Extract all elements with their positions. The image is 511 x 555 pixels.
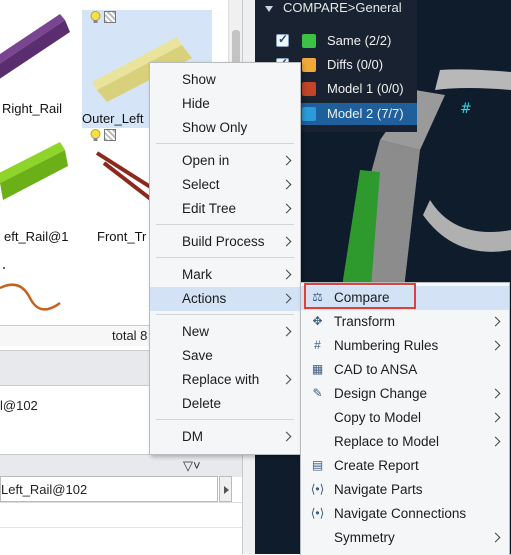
legend-label: Model 2 (7/7): [327, 106, 404, 121]
context-menu: Show Hide Show Only Open in Select Edit …: [149, 62, 301, 455]
legend-label: Same (2/2): [327, 33, 392, 48]
chevron-right-icon: [281, 293, 292, 304]
field-expand-button[interactable]: [219, 476, 232, 502]
chevron-right-icon: [490, 340, 501, 351]
menu-separator: [156, 143, 294, 144]
legend-color-swatch: [302, 34, 316, 48]
menu-item-open-in[interactable]: Open in: [150, 149, 300, 173]
navigate-icon: ⟨•⟩: [310, 506, 325, 520]
menu-item-hide[interactable]: Hide: [150, 92, 300, 116]
thumbnail-item[interactable]: Right_Rail: [0, 0, 82, 118]
chevron-right-icon: [281, 155, 292, 166]
thumbnail-caption: Right_Rail: [2, 101, 62, 116]
legend-label: Diffs (0/0): [327, 57, 384, 72]
chevron-right-icon: [281, 431, 292, 442]
submenu-item-symmetry[interactable]: Symmetry: [301, 526, 509, 550]
thumbnail-caption: eft_Rail@1: [4, 229, 69, 244]
report-icon: ▤: [311, 458, 324, 472]
legend-color-swatch: [302, 58, 316, 72]
chevron-right-icon: [281, 179, 292, 190]
legend-checkbox[interactable]: [276, 32, 289, 47]
compare-panel-title[interactable]: COMPARE>General: [265, 0, 402, 15]
menu-item-select[interactable]: Select: [150, 173, 300, 197]
chevron-right-icon: [281, 203, 292, 214]
chevron-right-icon: [490, 388, 501, 399]
part-preview-image: [0, 267, 61, 311]
part-preview-image: [95, 151, 152, 202]
filter-bar: ▽˅: [0, 454, 242, 477]
property-rows: [0, 502, 242, 555]
submenu-item-numbering-rules[interactable]: # Numbering Rules: [301, 334, 509, 358]
menu-item-edit-tree[interactable]: Edit Tree: [150, 197, 300, 221]
submenu-item-navigate-parts[interactable]: ⟨•⟩ Navigate Parts: [301, 478, 509, 502]
thumbnail-item[interactable]: [0, 258, 102, 318]
svg-text:#: #: [460, 101, 472, 117]
compare-panel-title-text: COMPARE>General: [283, 0, 402, 15]
part-preview-image: [0, 142, 68, 200]
chevron-right-icon: [281, 236, 292, 247]
menu-item-build-process[interactable]: Build Process: [150, 230, 300, 254]
menu-item-mark[interactable]: Mark: [150, 263, 300, 287]
menu-item-save[interactable]: Save: [150, 344, 300, 368]
thumbnail-item[interactable]: eft_Rail@1: [0, 128, 82, 246]
menu-separator: [156, 314, 294, 315]
submenu-item-create-report[interactable]: ▤ Create Report: [301, 454, 509, 478]
menu-item-replace-with[interactable]: Replace with: [150, 368, 300, 392]
highlight-box: [304, 283, 416, 309]
total-count: total 8: [112, 328, 148, 343]
chevron-right-icon: [281, 269, 292, 280]
legend-color-swatch: [302, 82, 316, 96]
menu-item-show[interactable]: Show: [150, 68, 300, 92]
chevron-right-icon: [490, 412, 501, 423]
menu-item-new[interactable]: New: [150, 320, 300, 344]
info-text: l@102: [0, 398, 38, 413]
menu-item-delete[interactable]: Delete: [150, 392, 300, 416]
menu-item-dm[interactable]: DM: [150, 425, 300, 449]
submenu-item-copy-to-model[interactable]: Copy to Model: [301, 406, 509, 430]
submenu-item-design-change[interactable]: ✎ Design Change: [301, 382, 509, 406]
design-change-icon: ✎: [312, 386, 323, 400]
chevron-right-icon: [490, 532, 501, 543]
collapse-arrow-icon[interactable]: [265, 5, 273, 12]
chevron-right-icon: [281, 326, 292, 337]
part-preview-image: [0, 14, 70, 79]
cad-icon: ▦: [311, 362, 324, 376]
actions-submenu: ⚖ Compare ✥ Transform # Numbering Rules …: [300, 282, 510, 555]
menu-separator: [156, 419, 294, 420]
navigate-icon: ⟨•⟩: [310, 482, 325, 496]
submenu-item-navigate-connections[interactable]: ⟨•⟩ Navigate Connections: [301, 502, 509, 526]
legend-label: Model 1 (0/0): [327, 81, 404, 96]
submenu-item-transform[interactable]: ✥ Transform: [301, 310, 509, 334]
chevron-right-icon: [490, 316, 501, 327]
filter-icon[interactable]: ▽˅: [183, 458, 201, 474]
chevron-right-icon: [281, 374, 292, 385]
legend-color-swatch: [302, 107, 316, 121]
submenu-item-replace-to-model[interactable]: Replace to Model: [301, 430, 509, 454]
part-name-value: Left_Rail@102: [1, 482, 88, 497]
menu-separator: [156, 224, 294, 225]
thumbnail-caption: Front_Tr: [97, 229, 147, 244]
legend-row-same[interactable]: Same (2/2): [275, 30, 417, 52]
chevron-right-icon: [490, 436, 501, 447]
menu-item-show-only[interactable]: Show Only: [150, 116, 300, 140]
submenu-item-cad-to-ansa[interactable]: ▦ CAD to ANSA: [301, 358, 509, 382]
part-name-field[interactable]: Left_Rail@102: [0, 476, 218, 502]
menu-separator: [156, 257, 294, 258]
thumbnail-item[interactable]: Front_Tr: [82, 128, 152, 246]
menu-item-actions[interactable]: Actions: [150, 287, 300, 311]
transform-icon: ✥: [312, 314, 323, 328]
numbering-icon: #: [314, 338, 321, 352]
